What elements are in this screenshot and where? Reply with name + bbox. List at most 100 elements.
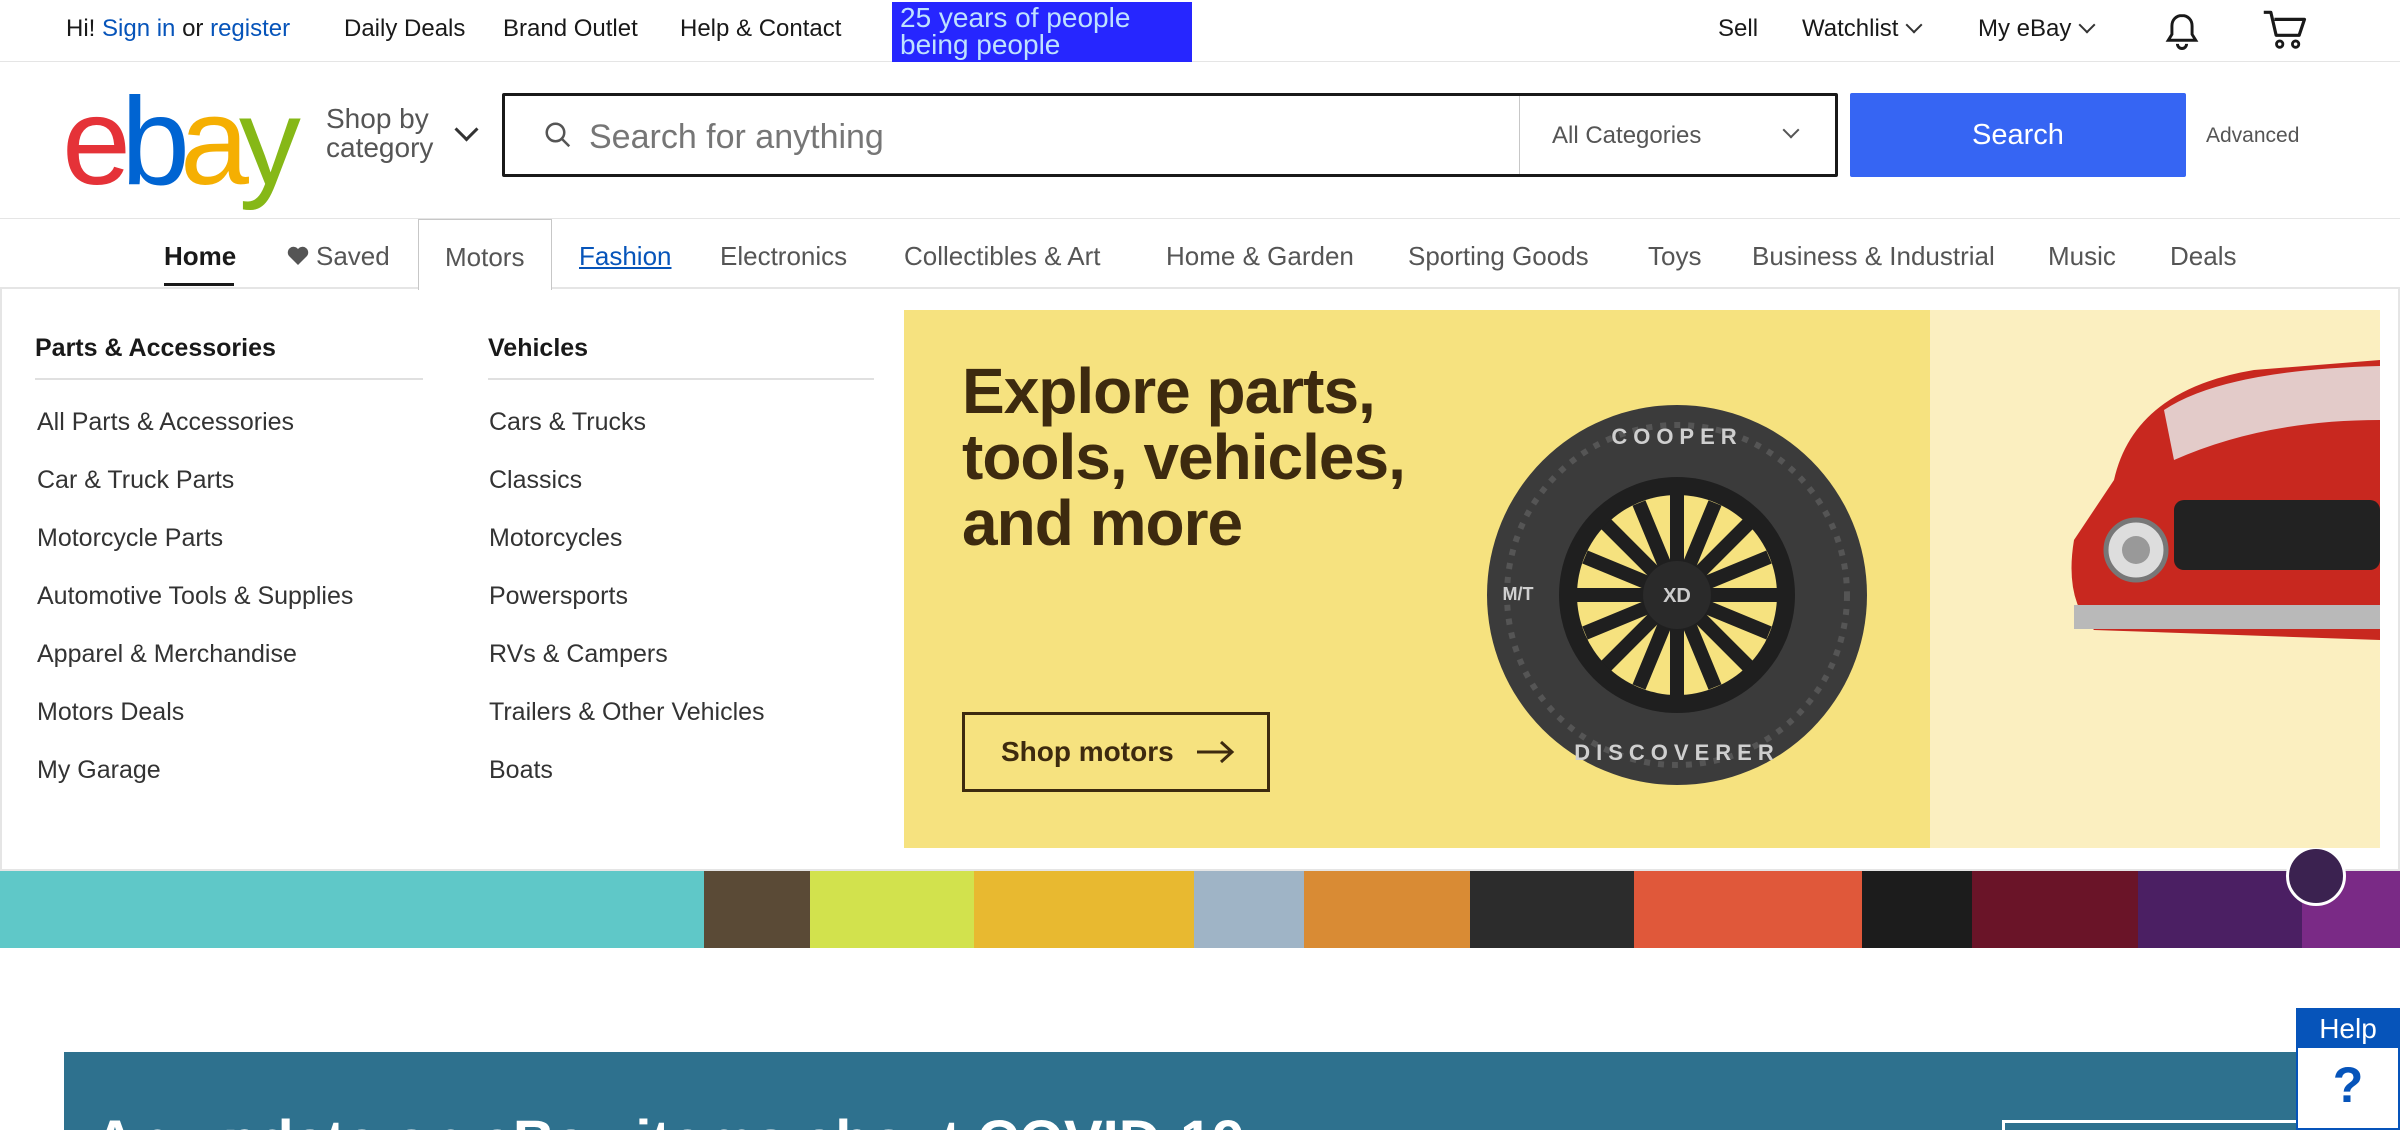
menu-link[interactable]: RVs & Campers — [489, 640, 668, 669]
question-icon: ? — [2332, 1057, 2364, 1113]
shop-motors-button[interactable]: Shop motors — [962, 712, 1270, 792]
category-nav: Home Saved Motors Fashion Electronics Co… — [0, 218, 2400, 290]
covid-banner[interactable]: An update on eBay items about COVID-19 — [64, 1052, 2400, 1130]
menu-link[interactable]: Cars & Trucks — [489, 408, 646, 437]
logo-letter-b: b — [120, 73, 190, 211]
sign-in-link[interactable]: Sign in — [102, 15, 175, 42]
tab-motors[interactable]: Motors — [418, 219, 552, 290]
tab-music[interactable]: Music — [2048, 241, 2116, 272]
promo-line-1: 25 years of people — [900, 2, 1131, 33]
tire-model: DISCOVERER — [1574, 740, 1779, 765]
cart-icon[interactable] — [2262, 8, 2308, 59]
arrow-right-icon — [1197, 740, 1235, 764]
tab-saved[interactable]: Saved — [286, 241, 390, 272]
tab-home-garden[interactable]: Home & Garden — [1166, 241, 1354, 272]
logo-letter-y: y — [238, 73, 301, 211]
menu-link[interactable]: Car & Truck Parts — [37, 466, 234, 495]
strip-tile — [1304, 871, 1470, 948]
my-ebay-menu[interactable]: My eBay — [1978, 15, 2096, 43]
help-contact-link[interactable]: Help & Contact — [680, 15, 841, 43]
tab-sporting-goods[interactable]: Sporting Goods — [1408, 241, 1589, 272]
menu-link[interactable]: Apparel & Merchandise — [37, 640, 297, 669]
strip-tile — [1972, 871, 2138, 948]
register-link[interactable]: register — [210, 15, 290, 42]
vehicles-heading: Vehicles — [488, 334, 589, 362]
category-select[interactable]: All Categories — [1519, 96, 1839, 174]
greeting: Hi! Sign in or register — [66, 15, 290, 43]
banner-line-1: Explore parts, — [962, 355, 1376, 427]
strip-tile — [1634, 871, 1862, 948]
greeting-text: Hi! — [66, 15, 96, 42]
tab-saved-label: Saved — [316, 241, 390, 271]
tab-fashion[interactable]: Fashion — [579, 241, 672, 272]
strip-tile — [974, 871, 1194, 948]
tab-home[interactable]: Home — [164, 241, 236, 272]
promo-line-2: being people — [900, 29, 1061, 60]
tab-deals[interactable]: Deals — [2170, 241, 2236, 272]
strip-tile — [1470, 871, 1634, 948]
covid-banner-text: An update on eBay items about COVID-19 — [94, 1108, 1245, 1130]
tire-spec: M/T — [1503, 584, 1534, 604]
strip-tile — [810, 871, 974, 948]
help-label: Help — [2298, 1010, 2398, 1048]
or-text: or — [182, 15, 204, 42]
menu-link[interactable]: Motorcycles — [489, 524, 622, 553]
sell-link[interactable]: Sell — [1718, 15, 1758, 43]
menu-link[interactable]: Trailers & Other Vehicles — [489, 698, 765, 727]
chevron-down-icon — [2078, 16, 2096, 34]
divider — [488, 378, 874, 380]
chevron-down-icon — [1782, 121, 1800, 139]
hero-strip — [0, 871, 2400, 948]
ebay-logo[interactable]: ebay — [62, 80, 301, 204]
tab-collectibles-art[interactable]: Collectibles & Art — [904, 241, 1101, 272]
category-select-value: All Categories — [1552, 122, 1702, 149]
shop-motors-label: Shop motors — [1001, 736, 1174, 767]
tab-motors-label: Motors — [445, 242, 525, 272]
daily-deals-link[interactable]: Daily Deals — [344, 15, 465, 43]
menu-link[interactable]: Classics — [489, 466, 582, 495]
chevron-down-icon — [1905, 16, 1923, 34]
search-button[interactable]: Search — [1850, 93, 2186, 177]
watchlist-menu[interactable]: Watchlist — [1802, 15, 1923, 43]
heart-icon — [287, 246, 309, 265]
advanced-search-link[interactable]: Advanced — [2206, 124, 2299, 148]
search-bar: All Categories — [502, 93, 1838, 177]
wheel-logo: XD — [1663, 585, 1691, 607]
search-input[interactable] — [587, 114, 1491, 160]
tire-image: XD COOPER DISCOVERER M/T — [1487, 405, 1867, 785]
tire-brand: COOPER — [1611, 424, 1742, 449]
menu-link[interactable]: Boats — [489, 756, 553, 785]
menu-link[interactable]: Motorcycle Parts — [37, 524, 223, 553]
strip-tile — [2138, 871, 2302, 948]
my-ebay-label: My eBay — [1978, 15, 2072, 42]
menu-link[interactable]: Powersports — [489, 582, 628, 611]
menu-link[interactable]: Automotive Tools & Supplies — [37, 582, 353, 611]
active-tab-indicator — [164, 283, 234, 286]
motors-promo-banner[interactable]: Explore parts, tools, vehicles, and more… — [904, 310, 2380, 848]
shop-by-category-button[interactable]: Shop by category — [326, 104, 433, 162]
menu-link[interactable]: My Garage — [37, 756, 161, 785]
menu-link[interactable]: Motors Deals — [37, 698, 184, 727]
tab-electronics[interactable]: Electronics — [720, 241, 847, 272]
tab-business-industrial[interactable]: Business & Industrial — [1752, 241, 1995, 272]
brand-outlet-link[interactable]: Brand Outlet — [503, 15, 638, 43]
search-icon — [543, 120, 571, 148]
menu-link[interactable]: All Parts & Accessories — [37, 408, 294, 437]
chevron-down-icon[interactable] — [454, 117, 479, 142]
banner-line-3: and more — [962, 487, 1243, 559]
tab-toys[interactable]: Toys — [1648, 241, 1701, 272]
logo-letter-e: e — [62, 73, 131, 211]
banner-headline: Explore parts, tools, vehicles, and more — [962, 355, 1406, 559]
parts-accessories-heading: Parts & Accessories — [35, 334, 276, 362]
top-utility-bar: Hi! Sign in or register Daily Deals Bran… — [0, 0, 2400, 62]
watchlist-label: Watchlist — [1802, 15, 1899, 42]
banner-line-2: tools, vehicles, — [962, 421, 1406, 493]
logo-letter-a: a — [179, 73, 249, 211]
strip-tile — [1194, 871, 1304, 948]
red-car-image — [2071, 360, 2380, 640]
bell-icon[interactable] — [2160, 10, 2204, 61]
promo-banner[interactable]: 25 years of people being people — [892, 2, 1192, 62]
help-widget[interactable]: Help ? — [2296, 1008, 2400, 1130]
carousel-pause-icon[interactable] — [2286, 846, 2346, 906]
covid-learn-more-button[interactable] — [2002, 1120, 2322, 1130]
